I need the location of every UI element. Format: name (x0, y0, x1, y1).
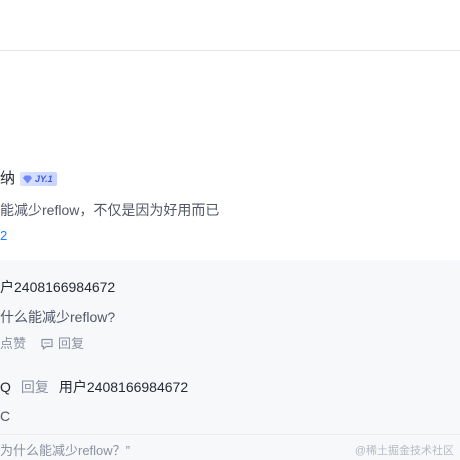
quote-divider (0, 434, 460, 435)
comment-icon (41, 338, 53, 350)
level-badge: JY.1 (20, 172, 57, 186)
nested-reply-target[interactable]: 用户2408166984672 (59, 378, 188, 396)
reply-actions: 点赞 回复 (0, 335, 84, 353)
nested-reply-username[interactable]: Q (0, 378, 11, 396)
comment-text: 能减少reflow，不仅是因为好用而已 (0, 202, 220, 218)
reply-button[interactable]: 回复 (40, 335, 84, 353)
comment-meta[interactable]: 2 (0, 228, 7, 244)
watermark: @稀土掘金技术社区 (354, 445, 454, 457)
reply-username[interactable]: 户2408166984672 (0, 278, 115, 296)
like-button[interactable]: 点赞 (0, 335, 26, 353)
nested-reply-header: Q 回复 用户2408166984672 (0, 378, 188, 396)
level-gem-icon (23, 175, 32, 183)
nested-reply-verb: 回复 (20, 379, 49, 395)
top-divider (0, 50, 460, 51)
comment-username[interactable]: 纳 (0, 170, 15, 188)
nested-reply-text: C (0, 408, 11, 424)
level-badge-label: JY.1 (35, 174, 53, 184)
reply-text: 什么能减少reflow? (0, 309, 116, 325)
quoted-text: 为什么能减少reflow？” (0, 443, 131, 458)
reply-button-label: 回复 (58, 336, 85, 351)
